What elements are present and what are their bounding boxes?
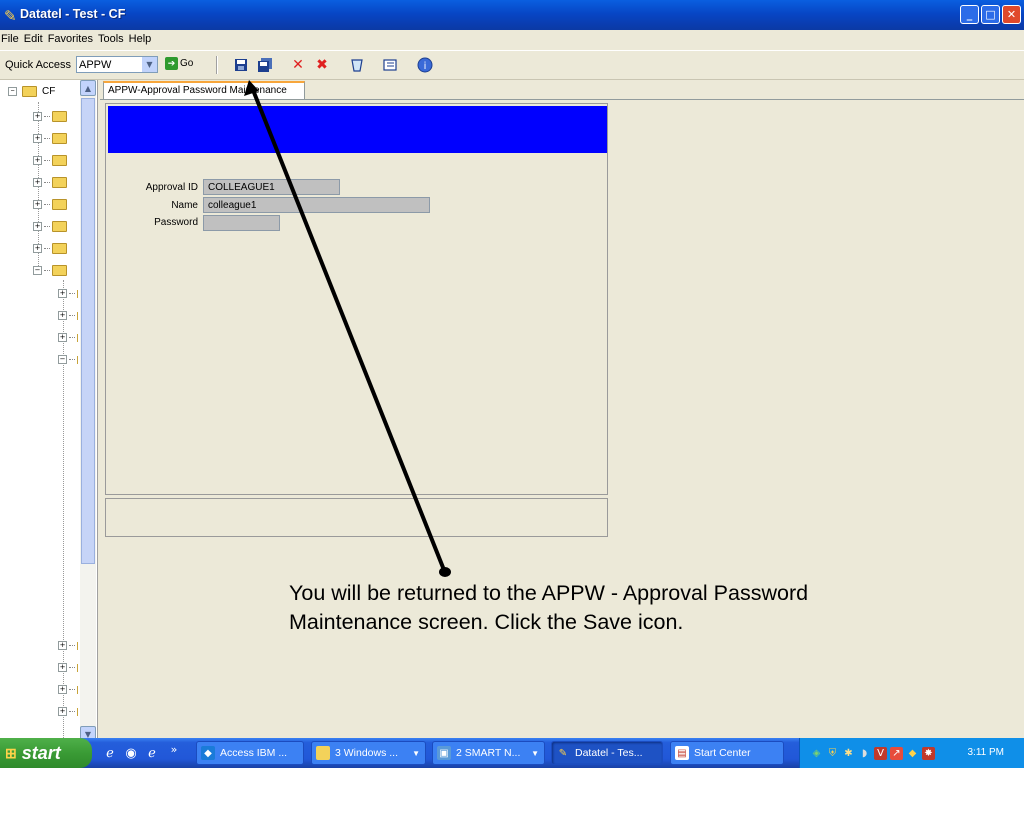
task-access-ibm[interactable]: ◆ Access IBM ... [196, 741, 304, 765]
task-label: Datatel - Tes... [575, 747, 643, 759]
tray-alert-icon[interactable]: ✸ [922, 746, 935, 760]
tray-diamond-icon[interactable]: ◆ [906, 747, 919, 760]
shield-icon[interactable]: ⛨ [826, 747, 839, 760]
arrow-head [244, 80, 259, 96]
datatel-icon: ✎ [558, 747, 568, 759]
start-button[interactable]: ⊞ start [0, 738, 92, 768]
task-start-center[interactable]: ▤ Start Center [670, 741, 784, 765]
arrow-tail-dot [439, 567, 451, 577]
folder-icon [316, 746, 330, 760]
chevron-down-icon: ▼ [412, 748, 420, 758]
instruction-line-2: Maintenance screen. Click the Save icon. [289, 609, 684, 634]
windows-logo-icon: ⊞ [5, 744, 17, 761]
task-label: 2 SMART N... [456, 747, 521, 759]
tray-chart-icon[interactable]: ↗ [890, 746, 903, 760]
taskbar: ⊞ start ℯ ◉ ℯ » ◆ Access IBM ... 3 Windo… [0, 738, 1024, 768]
start-center-icon: ▤ [675, 746, 689, 760]
smart-notebook-icon: ▣ [437, 746, 451, 760]
system-tray: ◈ ⛨ ✱ ◗ V ↗ ◆ ✸ 3:11 PM [799, 738, 1024, 768]
ie-icon[interactable]: ℯ [102, 745, 118, 761]
chevron-more-icon[interactable]: » [166, 741, 182, 757]
tray-app-icon[interactable]: ✱ [842, 747, 855, 760]
annotation-arrow [244, 80, 451, 577]
screen: ✎ Datatel - Test - CF _ □ ✕ File Edit Fa… [0, 0, 1024, 768]
quick-launch-app-icon[interactable]: ◉ [123, 745, 139, 761]
start-label: start [21, 742, 61, 763]
task-label: 3 Windows ... [335, 747, 399, 759]
task-windows-group[interactable]: 3 Windows ... ▼ [311, 741, 426, 765]
instruction-line-1: You will be returned to the APPW - Appro… [289, 581, 809, 605]
task-smart-notebook-group[interactable]: ▣ 2 SMART N... ▼ [432, 741, 545, 765]
ibm-access-icon: ◆ [201, 746, 215, 760]
task-label: Start Center [694, 747, 751, 759]
browser-icon[interactable]: ℯ [144, 745, 160, 761]
instruction-callout: You will be returned to the APPW - Appro… [289, 579, 929, 636]
task-label: Access IBM ... [220, 747, 288, 759]
volume-icon[interactable]: ◗ [858, 747, 871, 760]
task-datatel[interactable]: ✎ Datatel - Tes... [551, 741, 663, 765]
chevron-down-icon: ▼ [531, 748, 539, 758]
antivirus-icon[interactable]: V [874, 746, 887, 760]
clock: 3:11 PM [967, 747, 1005, 758]
network-icon[interactable]: ◈ [810, 747, 823, 760]
